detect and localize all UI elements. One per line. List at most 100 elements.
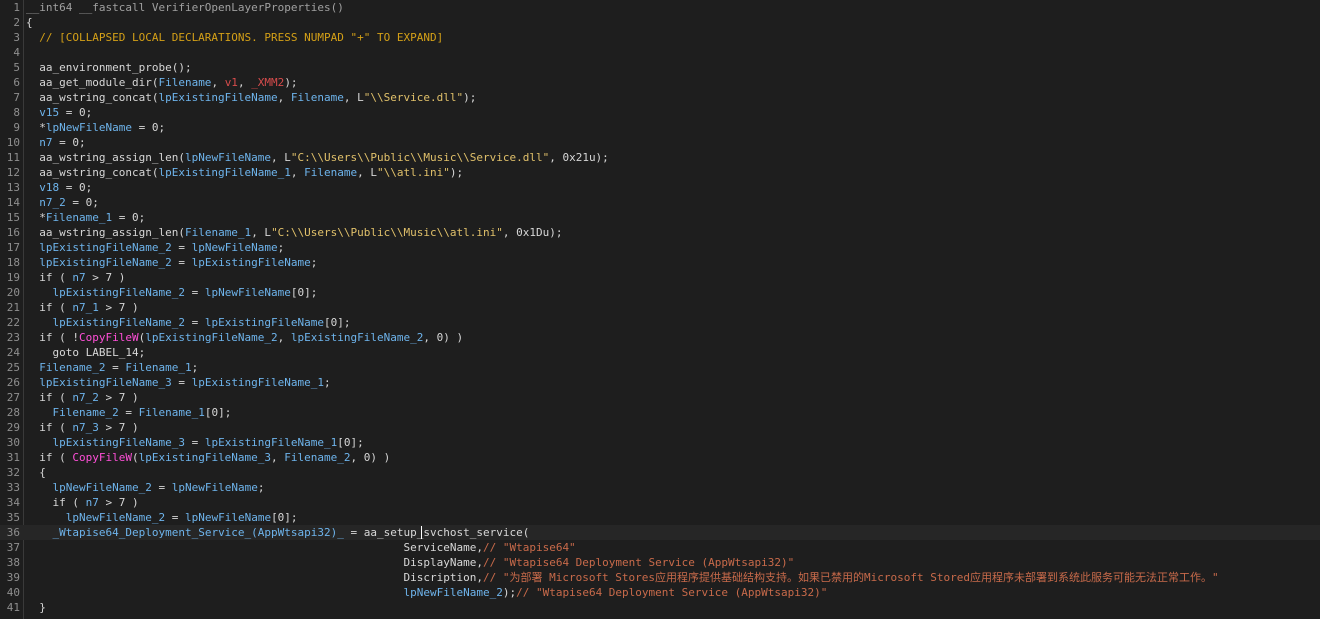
code-token[interactable]: if (: [26, 421, 72, 434]
code-token[interactable]: __int64 __fastcall VerifierOpenLayerProp…: [26, 1, 344, 14]
code-text[interactable]: Discription,// "为部署 Microsoft Stores应用程序…: [26, 570, 1219, 585]
code-token[interactable]: =: [165, 511, 185, 524]
identifier[interactable]: n7_3: [72, 421, 99, 434]
code-token[interactable]: if (: [26, 301, 72, 314]
identifier[interactable]: lpNewFileName: [205, 286, 291, 299]
code-text[interactable]: lpExistingFileName_3 = lpExistingFileNam…: [26, 375, 331, 390]
code-token[interactable]: );: [284, 76, 297, 89]
comment[interactable]: // "Wtapise64": [483, 541, 576, 554]
identifier[interactable]: lpExistingFileName_2: [291, 331, 423, 344]
identifier[interactable]: n7_2: [72, 391, 99, 404]
code-line[interactable]: 31 if ( CopyFileW(lpExistingFileName_3, …: [0, 450, 1320, 465]
code-token[interactable]: *: [26, 211, 46, 224]
identifier[interactable]: Filename: [158, 76, 211, 89]
code-token[interactable]: [26, 181, 39, 194]
code-token[interactable]: [0];: [271, 511, 298, 524]
code-token[interactable]: ;: [192, 361, 199, 374]
code-line[interactable]: 34 if ( n7 > 7 ): [0, 495, 1320, 510]
identifier[interactable]: v15: [39, 106, 59, 119]
identifier[interactable]: Filename_1: [125, 361, 191, 374]
code-token[interactable]: , L: [357, 166, 377, 179]
code-token[interactable]: ;: [311, 256, 318, 269]
code-text[interactable]: lpNewFileName_2);// "Wtapise64 Deploymen…: [26, 585, 828, 600]
code-line[interactable]: 15 *Filename_1 = 0;: [0, 210, 1320, 225]
code-line[interactable]: 16 aa_wstring_assign_len(Filename_1, L"C…: [0, 225, 1320, 240]
code-token[interactable]: _XMM2: [251, 76, 284, 89]
code-text[interactable]: v18 = 0;: [26, 180, 92, 195]
code-token[interactable]: [26, 286, 53, 299]
code-token[interactable]: = 0;: [112, 211, 146, 224]
code-text[interactable]: aa_environment_probe();: [26, 60, 191, 75]
code-token[interactable]: , 0) ): [423, 331, 463, 344]
code-token[interactable]: ;: [324, 376, 331, 389]
code-token[interactable]: aa_wstring_concat(: [26, 166, 158, 179]
code-token[interactable]: DisplayName,: [26, 556, 482, 569]
comment[interactable]: // "为部署 Microsoft Stores应用程序提供基础结构支持。如果已…: [483, 571, 1219, 584]
code-token[interactable]: [26, 361, 39, 374]
code-token[interactable]: , 0x21u);: [549, 151, 609, 164]
identifier[interactable]: lpNewFileName: [192, 241, 278, 254]
identifier[interactable]: Filename_1: [46, 211, 112, 224]
identifier[interactable]: lpExistingFileName_3: [53, 436, 185, 449]
code-token[interactable]: [26, 406, 53, 419]
code-line[interactable]: 3 // [COLLAPSED LOCAL DECLARATIONS. PRES…: [0, 30, 1320, 45]
identifier[interactable]: lpExistingFileName_3: [39, 376, 171, 389]
code-token[interactable]: , L: [271, 151, 291, 164]
code-line[interactable]: 21 if ( n7_1 > 7 ): [0, 300, 1320, 315]
identifier[interactable]: Filename_1: [139, 406, 205, 419]
code-line[interactable]: 5 aa_environment_probe();: [0, 60, 1320, 75]
code-token[interactable]: if (: [26, 271, 72, 284]
identifier[interactable]: lpNewFileName: [185, 511, 271, 524]
code-text[interactable]: if ( n7_2 > 7 ): [26, 390, 138, 405]
code-token[interactable]: [26, 481, 53, 494]
code-text[interactable]: DisplayName,// "Wtapise64 Deployment Ser…: [26, 555, 794, 570]
code-token[interactable]: ,: [278, 91, 291, 104]
code-text[interactable]: lpExistingFileName_2 = lpExistingFileNam…: [26, 315, 351, 330]
identifier[interactable]: lpNewFileName: [46, 121, 132, 134]
identifier[interactable]: lpExistingFileName_2: [39, 256, 171, 269]
identifier[interactable]: Filename_2: [284, 451, 350, 464]
code-token[interactable]: ;: [278, 241, 285, 254]
identifier[interactable]: n7: [39, 136, 52, 149]
code-line[interactable]: 18 lpExistingFileName_2 = lpExistingFile…: [0, 255, 1320, 270]
identifier[interactable]: n7: [72, 271, 85, 284]
code-text[interactable]: *lpNewFileName = 0;: [26, 120, 165, 135]
code-token[interactable]: if (: [26, 451, 72, 464]
code-token[interactable]: ,: [278, 331, 291, 344]
code-token[interactable]: ,: [291, 166, 304, 179]
code-token[interactable]: [26, 436, 53, 449]
code-text[interactable]: {: [26, 465, 46, 480]
code-line[interactable]: 14 n7_2 = 0;: [0, 195, 1320, 210]
code-text[interactable]: if ( n7_1 > 7 ): [26, 300, 138, 315]
code-token[interactable]: =: [185, 286, 205, 299]
code-line[interactable]: 29 if ( n7_3 > 7 ): [0, 420, 1320, 435]
comment[interactable]: // [COLLAPSED LOCAL DECLARATIONS. PRESS …: [26, 31, 443, 44]
code-token[interactable]: CopyFileW: [72, 451, 132, 464]
code-token[interactable]: [0];: [337, 436, 364, 449]
identifier[interactable]: Filename: [304, 166, 357, 179]
code-token[interactable]: =: [172, 241, 192, 254]
code-line[interactable]: 24 goto LABEL_14;: [0, 345, 1320, 360]
code-text[interactable]: _Wtapise64_Deployment_Service_(AppWtsapi…: [26, 525, 530, 540]
code-token[interactable]: if ( !: [26, 331, 79, 344]
code-token[interactable]: [26, 196, 39, 209]
code-token[interactable]: =: [119, 406, 139, 419]
code-line[interactable]: 11 aa_wstring_assign_len(lpNewFileName, …: [0, 150, 1320, 165]
code-token[interactable]: , L: [251, 226, 271, 239]
code-token[interactable]: if (: [26, 391, 72, 404]
code-token[interactable]: > 7 ): [99, 421, 138, 434]
identifier[interactable]: n7_2: [39, 196, 66, 209]
code-line[interactable]: 12 aa_wstring_concat(lpExistingFileName_…: [0, 165, 1320, 180]
identifier[interactable]: lpNewFileName_2: [404, 586, 503, 599]
code-token[interactable]: [0];: [205, 406, 232, 419]
code-token[interactable]: , 0x1Du);: [503, 226, 563, 239]
code-token[interactable]: ,: [238, 76, 251, 89]
code-token[interactable]: *: [26, 121, 46, 134]
string-literal[interactable]: "\\Service.dll": [364, 91, 463, 104]
code-line[interactable]: 35 lpNewFileName_2 = lpNewFileName[0];: [0, 510, 1320, 525]
code-token[interactable]: if (: [26, 496, 86, 509]
code-text[interactable]: aa_wstring_concat(lpExistingFileName_1 , …: [26, 165, 463, 180]
code-text[interactable]: v15 = 0;: [26, 105, 92, 120]
code-line[interactable]: 7 aa_wstring_concat(lpExistingFileName, …: [0, 90, 1320, 105]
code-line[interactable]: 37 ServiceName,// "Wtapise64": [0, 540, 1320, 555]
